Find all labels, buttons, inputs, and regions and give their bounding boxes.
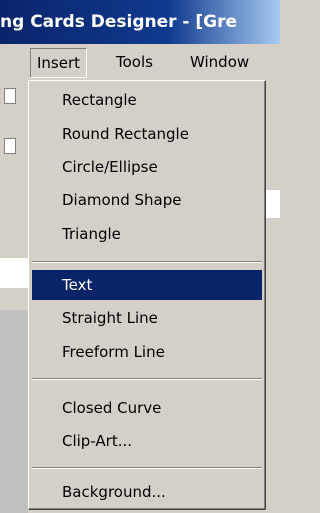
document-area-right — [266, 190, 280, 218]
menu-item-circle-ellipse[interactable]: Circle/Ellipse — [32, 152, 262, 182]
menu-separator — [32, 467, 262, 469]
menu-bar: Insert Tools Window — [0, 44, 280, 80]
left-toolbar-area — [0, 80, 28, 513]
menu-item-round-rectangle[interactable]: Round Rectangle — [32, 119, 262, 149]
menu-tools[interactable]: Tools — [110, 48, 159, 76]
menu-file-partial[interactable] — [0, 48, 8, 76]
menu-item-text[interactable]: Text — [32, 270, 262, 300]
window-title: ng Cards Designer - [Gre — [0, 12, 238, 32]
right-edge-area — [266, 80, 280, 513]
window-title-bar[interactable]: ng Cards Designer - [Gre — [0, 0, 280, 44]
toolbar-button[interactable] — [4, 138, 16, 154]
workspace-area — [0, 310, 28, 513]
menu-item-background[interactable]: Background... — [32, 477, 262, 507]
menu-item-clip-art[interactable]: Clip-Art... — [32, 426, 262, 456]
insert-dropdown-menu: Rectangle Round Rectangle Circle/Ellipse… — [28, 80, 266, 510]
menu-insert[interactable]: Insert — [30, 48, 88, 78]
document-area — [0, 258, 28, 288]
menu-item-closed-curve[interactable]: Closed Curve — [32, 393, 262, 423]
menu-item-triangle[interactable]: Triangle — [32, 219, 262, 249]
toolbar-button[interactable] — [4, 88, 16, 104]
menu-separator — [32, 261, 262, 263]
menu-separator — [32, 378, 262, 380]
menu-item-freeform-line[interactable]: Freeform Line — [32, 337, 262, 367]
menu-item-diamond-shape[interactable]: Diamond Shape — [32, 185, 262, 215]
menu-window[interactable]: Window — [184, 48, 255, 76]
menu-item-rectangle[interactable]: Rectangle — [32, 85, 262, 115]
menu-item-straight-line[interactable]: Straight Line — [32, 303, 262, 333]
